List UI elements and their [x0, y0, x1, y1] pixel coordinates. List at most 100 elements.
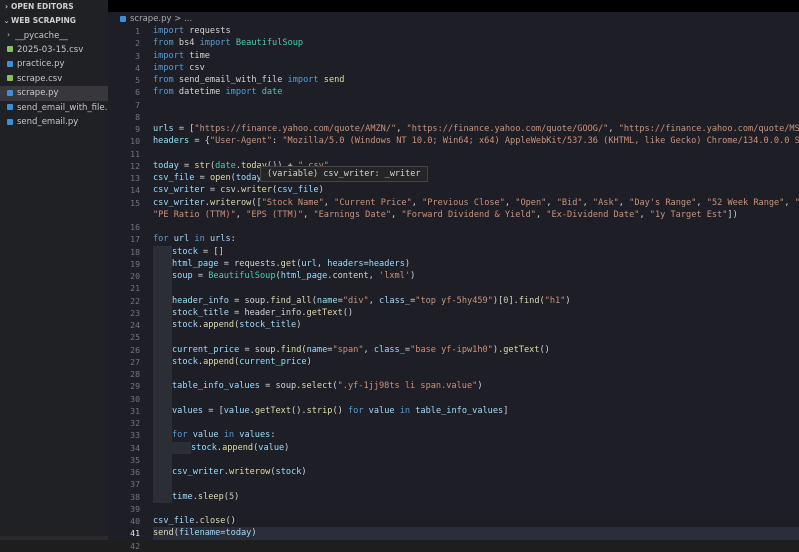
line-number: 38 — [130, 491, 140, 502]
code-editor[interactable]: scrape.py > ... 1 2 3 4 5 6 7 8 9 10 11 12 13 14 15 16 1… — [108, 0, 799, 551]
file-tree-item[interactable]: practice.py — [0, 57, 108, 72]
file-tree-item[interactable]: › __pycache__ — [0, 28, 108, 43]
open-editors-header[interactable]: › OPEN EDITORS — [0, 0, 108, 14]
code-line[interactable]: from datetime import date — [153, 86, 799, 98]
code-token: value — [363, 405, 400, 416]
file-tree-item[interactable]: scrape.py — [0, 86, 108, 101]
file-tree-item[interactable]: send_email.py — [0, 115, 108, 130]
indent-guide — [153, 392, 172, 405]
code-token: import — [225, 87, 257, 98]
code-line[interactable] — [153, 282, 799, 295]
code-token: send — [153, 528, 174, 539]
code-line[interactable]: "PE Ratio (TTM)", "EPS (TTM)", "Earnings… — [153, 209, 799, 221]
code-line[interactable]: time.sleep(5) — [153, 490, 799, 503]
code-token: headers — [368, 258, 405, 269]
code-token: ) — [410, 271, 416, 281]
code-line[interactable]: stock.append(value) — [153, 441, 799, 454]
file-tree-item-label: __pycache__ — [15, 30, 68, 41]
code-line[interactable]: headers = {"User-Agent": "Mozilla/5.0 (W… — [153, 135, 799, 147]
code-token: datetime — [178, 87, 226, 98]
code-token: "Bid" — [556, 197, 583, 208]
code-line[interactable]: for value in values: — [153, 429, 799, 442]
code-line[interactable] — [153, 478, 799, 491]
code-line[interactable]: csv_writer.writerow(["Stock Name", "Curr… — [153, 197, 799, 209]
file-tree-item[interactable]: 2025-03-15.csv — [0, 43, 108, 58]
line-number: 19 — [130, 258, 140, 269]
code-line[interactable]: import requests — [153, 25, 799, 37]
breadcrumb[interactable]: scrape.py > ... — [120, 13, 192, 25]
code-line[interactable]: html_page = requests.get(url, headers=he… — [153, 257, 799, 270]
code-line[interactable]: urls = ["https://finance.yahoo.com/quote… — [153, 123, 799, 135]
title-bar — [108, 0, 799, 12]
code-line[interactable]: stock_title = header_info.getText() — [153, 306, 799, 319]
code-line[interactable] — [153, 417, 799, 430]
code-line[interactable]: import csv — [153, 62, 799, 74]
code-line[interactable]: stock = [] — [153, 245, 799, 258]
csv-file-icon — [7, 46, 13, 52]
code-line[interactable]: csv_file = open(today, "w") — [153, 172, 799, 184]
code-line[interactable]: values = [value.getText().strip() for va… — [153, 404, 799, 417]
code-line[interactable] — [153, 540, 799, 552]
python-file-icon — [7, 60, 13, 67]
code-token: "Ask" — [592, 197, 619, 208]
code-line[interactable]: soup = BeautifulSoup(html_page.content, … — [153, 270, 799, 283]
code-token: "Day's Range" — [629, 197, 697, 208]
code-line[interactable] — [153, 331, 799, 344]
code-token: values — [172, 405, 204, 416]
code-line[interactable]: table_info_values = soup.select(".yf-1jj… — [153, 380, 799, 393]
code-line[interactable]: for url in urls: — [153, 233, 799, 245]
code-line[interactable]: today = str(date.today()) + ".csv" — [153, 160, 799, 172]
code-line[interactable] — [153, 503, 799, 515]
code-token: value — [187, 430, 224, 441]
workspace-folder-header[interactable]: ⌄WEB SCRAPING — [0, 14, 108, 28]
code-token: import — [199, 38, 231, 49]
code-line[interactable]: send(filename=today) — [153, 527, 799, 540]
code-line[interactable]: stock.append(current_price) — [153, 355, 799, 368]
code-line[interactable] — [153, 148, 799, 160]
code-token: "PE Ratio (TTM)" — [153, 209, 236, 220]
line-number: 28 — [130, 369, 140, 379]
code-token: "https://finance.yahoo.com/quote/GOOG/" — [406, 124, 609, 134]
line-number: 31 — [130, 405, 140, 416]
code-line[interactable] — [153, 453, 799, 466]
code-token: = [ — [173, 124, 195, 134]
code-token: : — [270, 430, 276, 441]
python-file-icon — [120, 15, 126, 22]
indent-guide — [153, 478, 172, 491]
code-line[interactable]: csv_writer = csv.writer(csv_file) — [153, 184, 799, 196]
code-line[interactable]: from bs4 import BeautifulSoup — [153, 37, 799, 49]
file-tree-item[interactable]: scrape.csv — [0, 72, 108, 87]
code-line[interactable]: stock.append(stock_title) — [153, 319, 799, 332]
code-token: () — [342, 307, 354, 318]
indent-guide — [153, 343, 172, 356]
code-line[interactable] — [153, 99, 799, 111]
code-token: class_ — [373, 344, 405, 355]
indent-guide — [153, 368, 172, 381]
code-token: "1y Target Est" — [649, 209, 728, 220]
code-token: name — [306, 344, 328, 355]
code-line[interactable] — [153, 221, 799, 233]
code-line[interactable]: header_info = soup.find_all(name="div", … — [153, 294, 799, 307]
code-line[interactable]: current_price = soup.find(name="span", c… — [153, 343, 799, 356]
code-token: = [ — [203, 405, 224, 416]
code-line[interactable]: import time — [153, 50, 799, 62]
code-line[interactable]: csv_file.close() — [153, 515, 799, 527]
line-number: 30 — [130, 393, 140, 404]
code-token: ] — [503, 405, 509, 416]
code-line[interactable] — [153, 111, 799, 123]
file-tree-item[interactable]: send_email_with_file.py — [0, 101, 108, 116]
code-token: = — [178, 160, 195, 171]
code-line[interactable]: from send_email_with_file import send — [153, 74, 799, 86]
line-number: 23 — [130, 307, 140, 318]
line-number: 18 — [130, 246, 140, 257]
code-token: headers — [327, 258, 364, 269]
code-token: value — [258, 442, 285, 453]
code-line[interactable] — [153, 368, 799, 381]
code-token: = soup. — [239, 344, 281, 355]
code-token: , — [696, 197, 707, 208]
code-token: ) — [318, 185, 324, 196]
code-line[interactable]: csv_writer.writerow(stock) — [153, 466, 799, 479]
indent-guide — [153, 441, 172, 454]
code-line[interactable] — [153, 392, 799, 405]
code-area[interactable]: import requests from bs4 import Beautiful… — [153, 25, 799, 552]
